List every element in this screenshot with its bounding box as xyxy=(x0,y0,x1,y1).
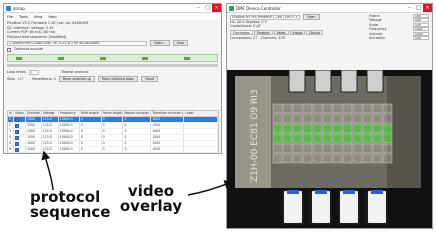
protocol-sequence-annotation: protocol sequence xyxy=(30,190,111,221)
protocol-arrow xyxy=(41,150,54,191)
video-arrow xyxy=(187,180,234,196)
annotation-line: sequence xyxy=(30,203,111,221)
annotation-line: overlay xyxy=(119,197,183,215)
video-overlay-annotation: video overlay xyxy=(118,184,184,214)
screenshot-root: alicap – □ × File Tools View Help PicoBl… xyxy=(0,0,436,241)
